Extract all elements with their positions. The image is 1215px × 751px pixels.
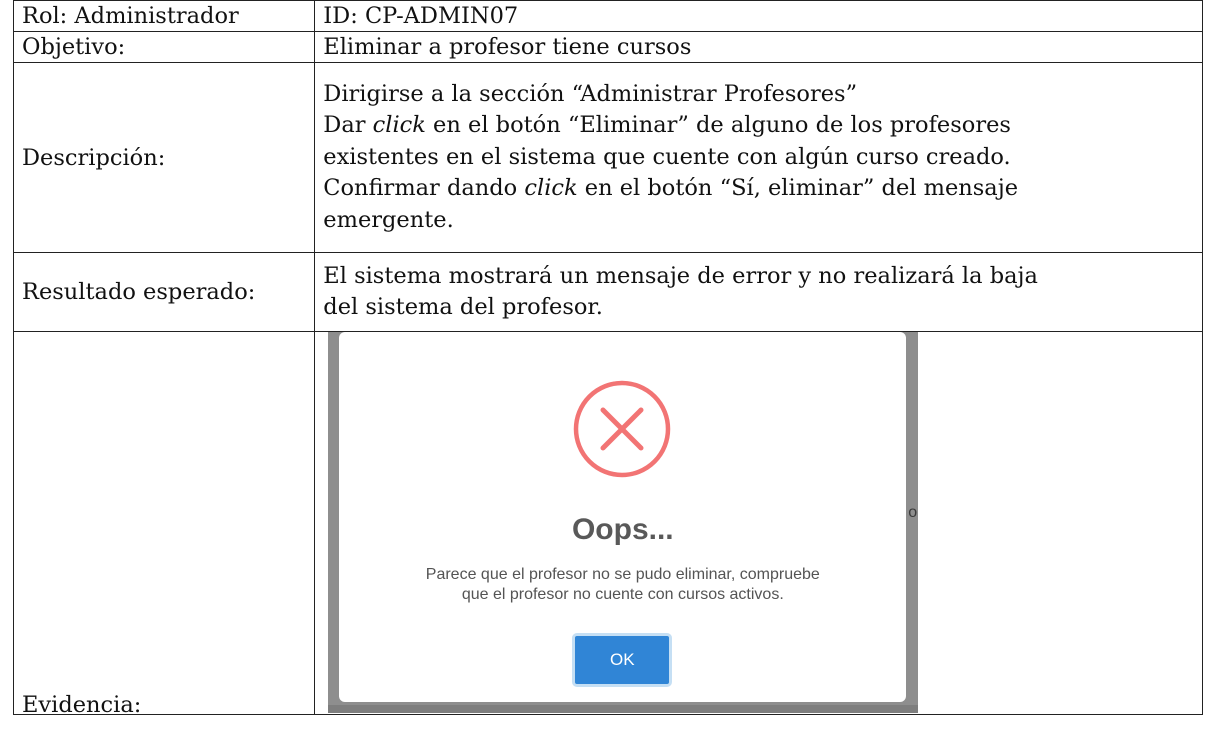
dialog-title: Oops...	[571, 513, 674, 546]
description-line-2: Dar click en el botón “Eliminar” de algu…	[323, 110, 1194, 141]
objective-value: Eliminar a profesor tiene cursos	[314, 31, 1203, 63]
table-row-role: Rol: Administrador ID: CP-ADMIN07	[12, 0, 1203, 32]
expected-result-label: Resultado esperado:	[12, 252, 316, 332]
table-row-evidence: Evidencia: o Oops... Parece que el profe…	[12, 331, 1203, 718]
dialog-message-line-2: que el profesor no cuente con cursos act…	[461, 586, 784, 603]
evidence-label-cell: Evidencia:	[12, 331, 316, 718]
dialog-message: Parece que el profesor no se pudo elimin…	[339, 565, 906, 605]
description-line-1: Dirigirse a la sección “Administrar Prof…	[323, 80, 858, 107]
evidence-label: Evidencia:	[22, 692, 142, 718]
dialog-message-line-1: Parece que el profesor no se pudo elimin…	[425, 566, 820, 583]
error-dialog: Oops... Parece que el profesor no se pud…	[339, 332, 907, 702]
description-line-4-emphasis: click	[524, 175, 578, 202]
test-case-table: Rol: Administrador ID: CP-ADMIN07 Objeti…	[12, 0, 1203, 718]
table-row-objective: Objetivo: Eliminar a profesor tiene curs…	[12, 31, 1203, 63]
description-line-3: existentes en el sistema que cuente con …	[323, 143, 1011, 170]
description-line-4-post: en el botón “Sí, eliminar” del mensaje	[577, 175, 1019, 202]
description-line-4-pre: Confirmar dando	[323, 175, 525, 202]
description-line-2-post: en el botón “Eliminar” de alguno de los …	[425, 112, 1011, 139]
description-line-2-pre: Dar	[323, 112, 373, 139]
ok-button[interactable]: OK	[572, 633, 673, 687]
role-cell: Rol: Administrador	[12, 0, 316, 32]
description-value: Dirigirse a la sección “Administrar Prof…	[314, 62, 1203, 253]
error-x-circle-icon	[574, 380, 671, 478]
table-row-expected-result: Resultado esperado: El sistema mostrará …	[12, 252, 1203, 332]
description-line-5: emergente.	[323, 206, 454, 233]
expected-result-line-1: El sistema mostrará un mensaje de error …	[323, 262, 1038, 289]
table-row-description: Descripción: Dirigirse a la sección “Adm…	[12, 62, 1203, 253]
description-line-4: Confirmar dando click en el botón “Sí, e…	[323, 173, 1194, 204]
expected-result-value: El sistema mostrará un mensaje de error …	[314, 252, 1203, 332]
evidence-cell: o Oops... Parece que el profesor no se p…	[314, 331, 1203, 715]
expected-result-line-2: del sistema del profesor.	[323, 294, 603, 320]
description-line-2-emphasis: click	[372, 112, 426, 139]
id-cell: ID: CP-ADMIN07	[314, 0, 1203, 32]
description-label: Descripción:	[12, 62, 316, 253]
background-strip	[328, 705, 919, 713]
evidence-screenshot: o Oops... Parece que el profesor no se p…	[328, 332, 919, 713]
objective-label: Objetivo:	[12, 31, 316, 63]
background-partial-text: o	[908, 504, 918, 521]
